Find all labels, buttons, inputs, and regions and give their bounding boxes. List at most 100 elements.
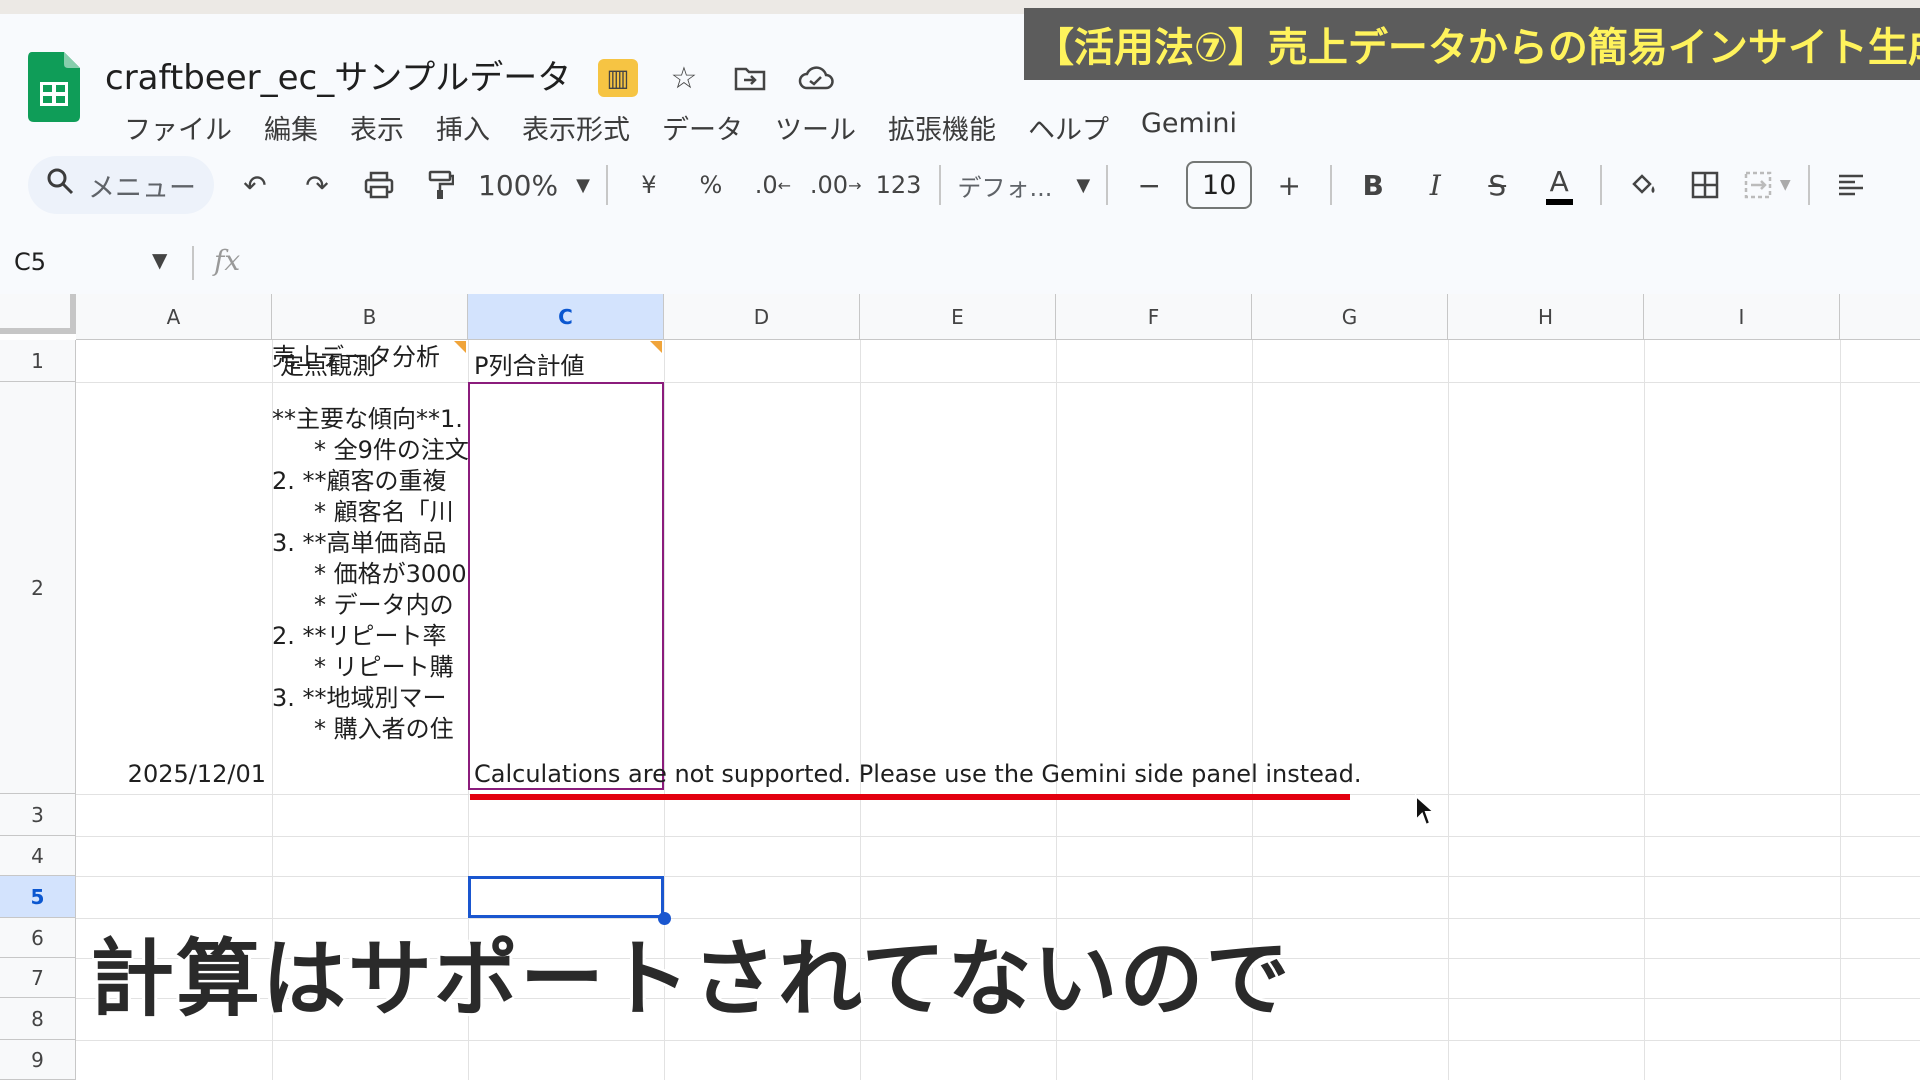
move-folder-icon[interactable] xyxy=(730,58,770,98)
grid-line xyxy=(1644,340,1645,1080)
menu-edit[interactable]: 編集 xyxy=(248,108,334,147)
cell-b2-line: 2. **顧客の重複 xyxy=(272,467,447,495)
formula-input[interactable] xyxy=(260,242,1900,282)
paint-format-icon[interactable] xyxy=(416,156,466,214)
chevron-down-icon: ▼ xyxy=(1779,177,1791,193)
row-header-2[interactable]: 2 xyxy=(0,382,76,794)
font-size-input[interactable]: 10 xyxy=(1186,161,1253,209)
row-header-7[interactable]: 7 xyxy=(0,958,76,998)
row-header-6[interactable]: 6 xyxy=(0,918,76,958)
cell-b2-line: * 購入者の住 xyxy=(314,715,454,743)
column-header-a[interactable]: A xyxy=(76,294,272,340)
column-header-c[interactable]: C xyxy=(468,294,664,340)
menu-view[interactable]: 表示 xyxy=(334,108,420,147)
chevron-down-icon[interactable]: ▼ xyxy=(152,248,167,272)
column-header-j[interactable] xyxy=(1840,294,1920,340)
arrow-right-icon: → xyxy=(848,175,862,195)
menu-format[interactable]: 表示形式 xyxy=(506,108,646,147)
column-header-i[interactable]: I xyxy=(1644,294,1840,340)
text-color-label: A xyxy=(1545,165,1573,205)
percent-format-button[interactable]: % xyxy=(686,156,736,214)
column-header-d[interactable]: D xyxy=(664,294,860,340)
cloud-saved-icon[interactable] xyxy=(796,58,836,98)
currency-format-button[interactable]: ¥ xyxy=(624,156,674,214)
cell-c2[interactable]: Calculations are not supported. Please u… xyxy=(474,760,1374,788)
chart-off-icon[interactable]: ▥ xyxy=(598,59,638,97)
cell-b2-line: 3. **地域別マー xyxy=(272,684,447,712)
sheets-logo-icon[interactable] xyxy=(28,52,80,122)
cell-b2[interactable]: 売上データ分析 **主要な傾向**1. * 全9件の注文 2. **顧客の重複 … xyxy=(272,340,468,752)
font-select[interactable]: デフォ... ▼ xyxy=(957,156,1090,214)
grid-line xyxy=(1840,340,1841,1080)
undo-icon[interactable]: ↶ xyxy=(230,156,280,214)
cell-c1[interactable]: P列合計値 xyxy=(474,346,658,381)
grid-line xyxy=(76,1040,1920,1041)
row-header-3[interactable]: 3 xyxy=(0,794,76,836)
align-icon[interactable] xyxy=(1826,156,1876,214)
menu-tools[interactable]: ツール xyxy=(759,108,872,147)
increase-decimal-button[interactable]: .00 → xyxy=(810,156,862,214)
menu-data[interactable]: データ xyxy=(646,108,759,147)
name-box[interactable]: C5 xyxy=(14,248,46,276)
cell-b2-line: **主要な傾向**1. xyxy=(272,405,463,433)
row-header-8[interactable]: 8 xyxy=(0,998,76,1040)
redo-icon[interactable]: ↷ xyxy=(292,156,342,214)
title-icons: ▥ ☆ xyxy=(598,58,836,98)
row-header-5[interactable]: 5 xyxy=(0,876,76,918)
zoom-select[interactable]: 100% ▼ xyxy=(478,156,590,214)
column-header-f[interactable]: F xyxy=(1056,294,1252,340)
column-header-b[interactable]: B xyxy=(272,294,468,340)
merge-cells-icon[interactable]: ▼ xyxy=(1742,156,1792,214)
toolbar-divider xyxy=(1600,165,1603,205)
column-header-g[interactable]: G xyxy=(1252,294,1448,340)
text-color-button[interactable]: A xyxy=(1534,156,1584,214)
column-header-h[interactable]: H xyxy=(1448,294,1644,340)
row-header-1[interactable]: 1 xyxy=(0,340,76,382)
print-icon[interactable] xyxy=(354,156,404,214)
search-icon xyxy=(46,167,74,203)
cell-a2[interactable]: 2025/12/01 xyxy=(76,760,266,788)
select-all-corner[interactable] xyxy=(0,294,76,334)
menu-insert[interactable]: 挿入 xyxy=(420,108,506,147)
menu-gemini[interactable]: Gemini xyxy=(1125,108,1253,147)
bold-button[interactable]: B xyxy=(1348,156,1398,214)
toolbar-divider xyxy=(1808,165,1811,205)
column-header-e[interactable]: E xyxy=(860,294,1056,340)
row-header-9[interactable]: 9 xyxy=(0,1040,76,1080)
menu-bar: ファイル 編集 表示 挿入 表示形式 データ ツール 拡張機能 ヘルプ Gemi… xyxy=(108,108,1253,147)
decrease-decimal-label: .0 xyxy=(754,171,778,199)
menu-extensions[interactable]: 拡張機能 xyxy=(872,108,1012,147)
cell-c2-highlight[interactable] xyxy=(468,382,664,790)
document-title[interactable]: craftbeer_ec_サンプルデータ xyxy=(105,50,571,99)
toolbar-divider xyxy=(1106,165,1109,205)
toolbar: メニュー ↶ ↷ 100% ▼ ¥ % .0 ← .00 → 123 デフォ... ▼ … xyxy=(28,150,1920,220)
strikethrough-label: S xyxy=(1488,168,1507,202)
number-format-button[interactable]: 123 xyxy=(873,156,923,214)
italic-button[interactable]: I xyxy=(1410,156,1460,214)
strikethrough-button[interactable]: S xyxy=(1472,156,1522,214)
fill-color-icon[interactable] xyxy=(1618,156,1668,214)
cell-b2-line: 3. **高単価商品 xyxy=(272,529,447,557)
fx-icon: fx xyxy=(214,244,241,277)
grid-line xyxy=(1448,340,1449,1080)
chevron-down-icon: ▼ xyxy=(1076,174,1091,196)
increase-decimal-label: .00 xyxy=(809,171,849,199)
toolbar-divider xyxy=(605,165,608,205)
formula-bar: C5 ▼ fx xyxy=(0,232,1920,294)
cell-b2-line: * 顧客名「川 xyxy=(314,498,454,526)
cell-b2-line: * 全9件の注文 xyxy=(314,436,468,464)
cell-b2-line: * データ内の xyxy=(314,591,454,619)
menu-search[interactable]: メニュー xyxy=(28,156,214,214)
font-size-decrease-button[interactable]: − xyxy=(1124,156,1174,214)
grid-line xyxy=(76,836,1920,837)
menu-file[interactable]: ファイル xyxy=(108,108,248,147)
star-icon[interactable]: ☆ xyxy=(664,58,704,98)
red-underline-annotation xyxy=(470,794,1350,800)
font-size-increase-button[interactable]: + xyxy=(1264,156,1314,214)
decrease-decimal-button[interactable]: .0 ← xyxy=(748,156,798,214)
formula-bar-divider xyxy=(192,246,194,280)
toolbar-divider xyxy=(1330,165,1333,205)
borders-icon[interactable] xyxy=(1680,156,1730,214)
row-header-4[interactable]: 4 xyxy=(0,836,76,876)
menu-help[interactable]: ヘルプ xyxy=(1012,108,1125,147)
